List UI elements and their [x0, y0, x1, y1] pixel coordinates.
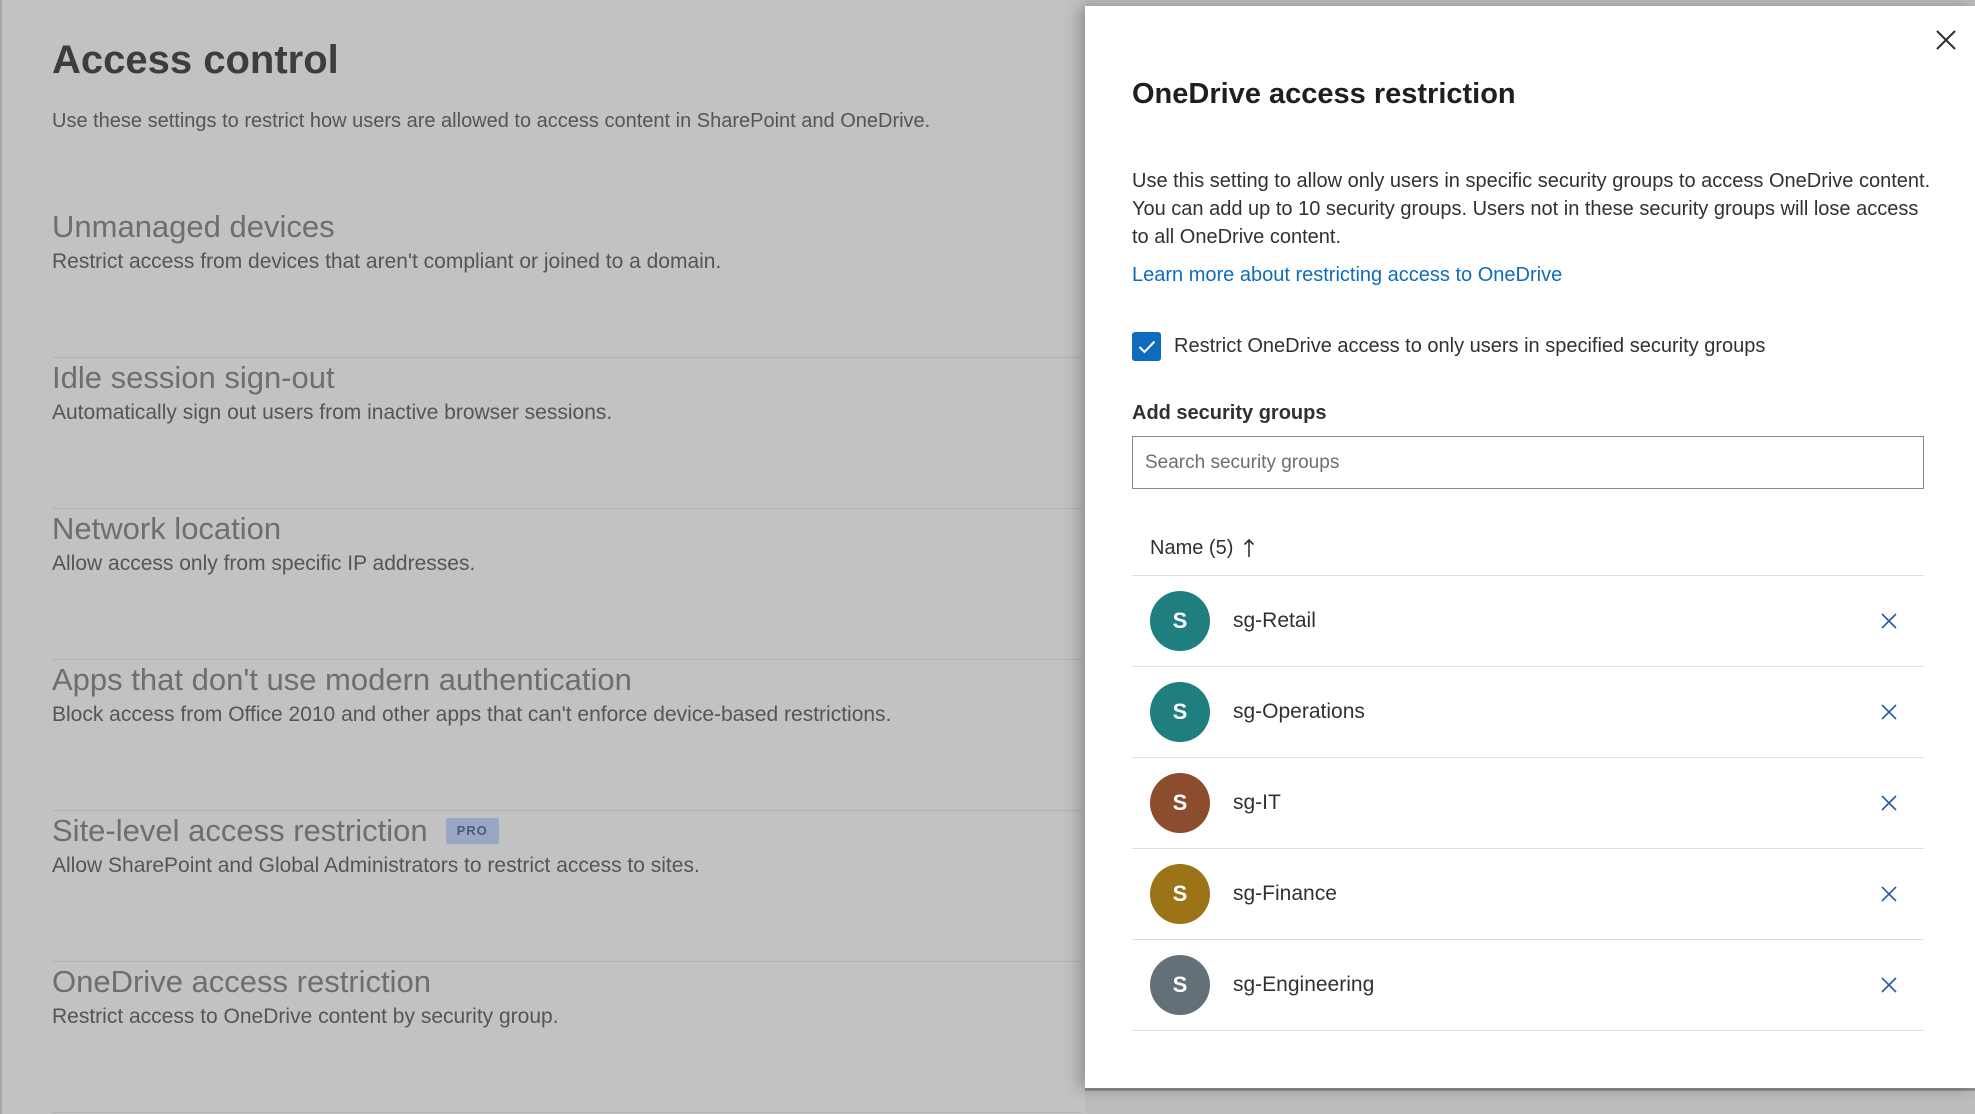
- section-network-location[interactable]: Network location Allow access only from …: [52, 510, 1082, 660]
- section-description: Block access from Office 2010 and other …: [52, 703, 892, 726]
- panel-title: OneDrive access restriction: [1132, 78, 1516, 110]
- group-name: sg-Operations: [1233, 700, 1365, 723]
- section-idle-session[interactable]: Idle session sign-out Automatically sign…: [52, 359, 1082, 509]
- group-name: sg-IT: [1233, 791, 1281, 814]
- avatar: S: [1150, 955, 1210, 1015]
- bottom-strip: [1085, 1088, 1975, 1114]
- close-button[interactable]: [1929, 23, 1963, 57]
- restrict-checkbox-label: Restrict OneDrive access to only users i…: [1174, 335, 1766, 357]
- name-column-header[interactable]: Name (5): [1132, 521, 1924, 576]
- panel-description: Use this setting to allow only users in …: [1132, 170, 1931, 248]
- name-column-label: Name (5): [1150, 536, 1234, 559]
- remove-group-button[interactable]: [1874, 788, 1904, 818]
- background-page: Access control Use these settings to res…: [0, 0, 1085, 1114]
- group-name: sg-Retail: [1233, 609, 1316, 632]
- page-title: Access control: [52, 38, 339, 82]
- remove-icon: [1881, 613, 1897, 629]
- remove-icon: [1881, 704, 1897, 720]
- section-title: Site-level access restriction PRO: [52, 812, 1082, 850]
- search-groups-input[interactable]: [1132, 436, 1924, 489]
- group-row[interactable]: S sg-Engineering: [1132, 940, 1924, 1031]
- group-name: sg-Engineering: [1233, 973, 1375, 996]
- section-description: Restrict access to OneDrive content by s…: [52, 1005, 559, 1028]
- avatar: S: [1150, 864, 1210, 924]
- section-description: Allow access only from specific IP addre…: [52, 552, 476, 575]
- section-description: Restrict access from devices that aren't…: [52, 250, 722, 273]
- pro-badge: PRO: [445, 818, 499, 844]
- avatar: S: [1150, 591, 1210, 651]
- remove-icon: [1881, 977, 1897, 993]
- avatar: S: [1150, 682, 1210, 742]
- restrict-checkbox[interactable]: [1132, 332, 1161, 361]
- learn-more-link[interactable]: Learn more about restricting access to O…: [1132, 264, 1562, 287]
- section-title-text: Site-level access restriction: [52, 813, 428, 848]
- section-site-level-access[interactable]: Site-level access restriction PRO Allow …: [52, 812, 1082, 962]
- section-description: Allow SharePoint and Global Administrato…: [52, 854, 700, 877]
- remove-group-button[interactable]: [1874, 697, 1904, 727]
- close-icon: [1936, 30, 1956, 50]
- group-row[interactable]: S sg-Operations: [1132, 667, 1924, 758]
- arrow-up-icon: [1243, 538, 1255, 558]
- remove-group-button[interactable]: [1874, 606, 1904, 636]
- section-legacy-apps[interactable]: Apps that don't use modern authenticatio…: [52, 661, 1082, 811]
- page-subtitle: Use these settings to restrict how users…: [52, 110, 931, 132]
- checkmark-icon: [1138, 340, 1155, 353]
- section-description: Automatically sign out users from inacti…: [52, 401, 613, 424]
- section-title: OneDrive access restriction: [52, 964, 432, 999]
- onedrive-restriction-panel: OneDrive access restriction Use this set…: [1085, 6, 1975, 1088]
- group-row[interactable]: S sg-Finance: [1132, 849, 1924, 940]
- section-title: Unmanaged devices: [52, 209, 335, 244]
- section-onedrive-access[interactable]: OneDrive access restriction Restrict acc…: [52, 963, 1082, 1113]
- remove-group-button[interactable]: [1874, 970, 1904, 1000]
- group-row[interactable]: S sg-IT: [1132, 758, 1924, 849]
- avatar: S: [1150, 773, 1210, 833]
- restrict-checkbox-row[interactable]: Restrict OneDrive access to only users i…: [1132, 332, 1765, 361]
- remove-icon: [1881, 886, 1897, 902]
- section-title: Idle session sign-out: [52, 360, 335, 395]
- group-row[interactable]: S sg-Retail: [1132, 576, 1924, 667]
- add-groups-label: Add security groups: [1132, 402, 1327, 424]
- section-title: Apps that don't use modern authenticatio…: [52, 662, 632, 697]
- remove-group-button[interactable]: [1874, 879, 1904, 909]
- group-name: sg-Finance: [1233, 882, 1337, 905]
- remove-icon: [1881, 795, 1897, 811]
- section-title: Network location: [52, 511, 282, 546]
- section-unmanaged-devices[interactable]: Unmanaged devices Restrict access from d…: [52, 208, 1082, 358]
